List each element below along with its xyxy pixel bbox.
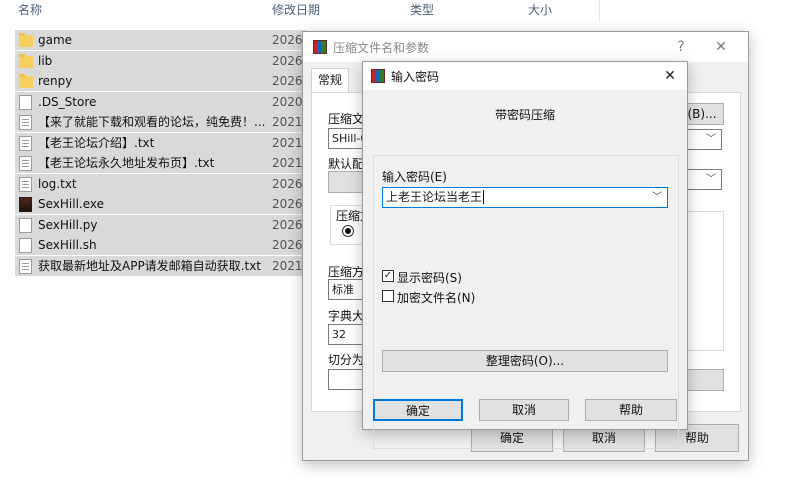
column-header-size[interactable]: 大小 [528, 0, 600, 22]
chevron-down-icon: ﹀ [706, 134, 716, 145]
password-ok-button[interactable]: 确定 [373, 399, 463, 421]
file-name: .DS_Store [38, 94, 97, 109]
password-heading: 带密码压缩 [494, 108, 555, 122]
archive-dialog-titlebar[interactable]: 压缩文件名和参数 ? ✕ [303, 32, 748, 62]
dictionary-size-label: 字典大 [328, 309, 365, 323]
column-header-name[interactable]: 名称 [18, 0, 266, 22]
exe-icon [19, 197, 32, 212]
column-header-modified[interactable]: 修改日期 [272, 0, 402, 22]
winrar-icon [371, 69, 385, 83]
file-name: game [38, 33, 73, 47]
close-icon[interactable]: ✕ [710, 37, 732, 57]
column-header-type[interactable]: 类型 [410, 0, 520, 22]
file-row[interactable]: SexHill.exe 2026/ [15, 194, 307, 214]
show-password-checkbox[interactable]: ✓ [382, 270, 394, 282]
file-row[interactable]: 【老王论坛介绍】.txt 2021/ [15, 132, 307, 153]
organize-passwords-button[interactable]: 整理密码(O)... [382, 350, 668, 372]
file-icon [19, 94, 32, 110]
file-name: SexHill.py [38, 217, 98, 232]
text-file-icon [19, 115, 32, 130]
file-row[interactable]: game 2026/ [15, 30, 307, 50]
file-name: SexHill.sh [38, 238, 97, 252]
profile-label: 默认配 [328, 157, 365, 171]
file-icon [19, 217, 32, 233]
password-value: 上老王论坛当老王 [386, 190, 483, 204]
password-cancel-button[interactable]: 取消 [479, 399, 569, 421]
file-row[interactable]: SexHill.py 2026/ [15, 214, 307, 235]
file-name: lib [38, 53, 53, 68]
password-input-label: 输入密码(E) [382, 170, 447, 184]
chevron-down-icon[interactable]: ﹀ [652, 188, 662, 207]
archive-dialog-title: 压缩文件名和参数 [333, 41, 430, 55]
file-row[interactable]: log.txt 2026/ [15, 173, 307, 194]
file-name: 【老王论坛永久地址发布页】.txt [38, 156, 215, 170]
folder-icon [19, 74, 33, 88]
encrypt-filenames-label: 加密文件名(N) [397, 291, 476, 305]
password-help-button[interactable]: 帮助 [585, 399, 677, 421]
folder-icon [19, 53, 33, 68]
file-name: renpy [38, 74, 73, 88]
file-row[interactable]: renpy 2026/ [15, 71, 307, 91]
file-row[interactable]: lib 2026/ [15, 50, 307, 71]
winrar-icon [313, 40, 327, 54]
file-name: log.txt [38, 176, 77, 191]
help-icon[interactable]: ? [670, 37, 692, 57]
encrypt-filenames-checkbox[interactable] [382, 290, 394, 302]
password-dialog-title: 输入密码 [391, 70, 440, 84]
show-password-label: 显示密码(S) [397, 271, 462, 285]
folder-icon [19, 33, 33, 47]
tab-general[interactable]: 常规 [311, 68, 350, 92]
file-name: 【来了就能下载和观看的论坛，纯免费！... [38, 115, 266, 129]
archive-name-label: 压缩文 [328, 112, 365, 126]
password-dialog: 输入密码 ✕ 带密码压缩 输入密码(E) 上老王论坛当老王 ﹀ ✓ 显示密码(S… [362, 61, 688, 449]
compression-method-label: 压缩方 [328, 265, 365, 279]
text-file-icon [19, 176, 32, 192]
password-dialog-titlebar[interactable]: 输入密码 ✕ [363, 62, 687, 90]
file-row[interactable]: 【来了就能下载和观看的论坛，纯免费！... 2021/ [15, 112, 307, 132]
text-file-icon [19, 258, 32, 274]
chevron-down-icon: ﹀ [706, 174, 716, 185]
text-file-icon [19, 135, 32, 151]
file-row[interactable]: 【老王论坛永久地址发布页】.txt 2021/ [15, 153, 307, 173]
file-name: 获取最新地址及APP请发邮箱自动获取.txt [38, 258, 262, 273]
text-file-icon [19, 156, 32, 171]
split-volumes-label: 切分为 [328, 353, 365, 367]
rar-format-radio[interactable] [342, 225, 354, 237]
file-name: 【老王论坛介绍】.txt [38, 135, 155, 150]
file-icon [19, 238, 32, 253]
file-row[interactable]: .DS_Store 2020/ [15, 91, 307, 112]
close-icon[interactable]: ✕ [659, 66, 681, 86]
password-input[interactable]: 上老王论坛当老王 ﹀ [382, 187, 668, 208]
file-name: SexHill.exe [38, 197, 105, 211]
file-row[interactable]: SexHill.sh 2026/ [15, 235, 307, 255]
file-row[interactable]: 获取最新地址及APP请发邮箱自动获取.txt 2021/ [15, 255, 307, 276]
